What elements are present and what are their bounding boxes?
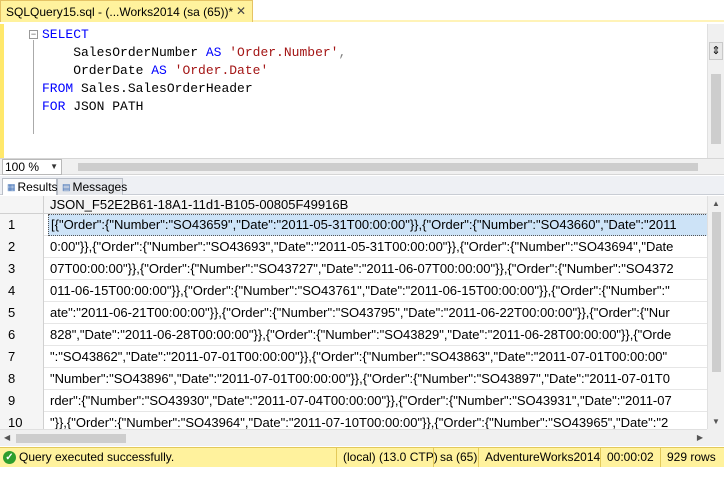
code-line[interactable]: FOR JSON PATH — [0, 98, 700, 116]
window-bottom — [0, 467, 724, 485]
status-bar: ✓ Query executed successfully. (local) (… — [0, 447, 724, 467]
status-rows: 929 rows — [660, 448, 716, 467]
code-token: Sales.SalesOrderHeader — [73, 81, 253, 96]
code-token: OrderDate — [42, 63, 152, 78]
row-number[interactable]: 9 — [0, 390, 44, 412]
row-number[interactable]: 1 — [0, 214, 44, 236]
table-row[interactable]: 6 828","Date":"2011-06-28T00:00:00"}},{"O… — [0, 324, 707, 346]
row-number[interactable]: 5 — [0, 302, 44, 324]
code-text: SELECT — [42, 26, 89, 44]
grid-corner[interactable] — [0, 196, 44, 214]
code-line[interactable]: SalesOrderNumber AS 'Order.Number', — [0, 44, 700, 62]
json-cell[interactable]: rder":{"Number":"SO43930","Date":"2011-0… — [50, 390, 707, 412]
row-number[interactable]: 10 — [0, 412, 44, 429]
status-server: (local) (13.0 CTP) — [336, 448, 438, 467]
code-token: , — [338, 45, 347, 60]
code-token: 'Order.Number' — [229, 45, 339, 60]
chevron-down-icon[interactable]: ▼ — [50, 160, 58, 174]
editor-horizontal-scrollbar[interactable] — [64, 160, 704, 174]
table-row[interactable]: 8 "Number":"SO43896","Date":"2011-07-01T0… — [0, 368, 707, 390]
scroll-right-icon[interactable]: ▶ — [697, 433, 703, 442]
grid-icon: ▦ — [7, 181, 16, 192]
editor-hscroll-thumb[interactable] — [78, 163, 698, 171]
tab-messages[interactable]: ▤ Messages — [57, 178, 127, 195]
scroll-left-icon[interactable]: ◀ — [4, 433, 10, 442]
code-text: SalesOrderNumber AS 'Order.Number', — [42, 44, 346, 62]
code-token: SELECT — [42, 27, 89, 42]
row-number[interactable]: 4 — [0, 280, 44, 302]
status-message: Query executed successfully. — [19, 450, 175, 464]
code-line[interactable]: FROM Sales.SalesOrderHeader — [0, 80, 700, 98]
zoom-value: 100 % — [5, 160, 40, 174]
table-row[interactable]: 10 "}},{"Order":{"Number":"SO43964","Date… — [0, 412, 707, 429]
json-cell[interactable]: [{"Order":{"Number":"SO43659","Date":"20… — [48, 214, 707, 236]
json-cell[interactable]: ate":"2011-06-21T00:00:00"}},{"Order":{"… — [50, 302, 707, 324]
table-row[interactable]: 7 ":"SO43862","Date":"2011-07-01T00:00:00… — [0, 346, 707, 368]
code-line[interactable]: OrderDate AS 'Order.Date' — [0, 62, 700, 80]
row-number[interactable]: 8 — [0, 368, 44, 390]
status-database: AdventureWorks2014 — [478, 448, 600, 467]
tab-messages-label: Messages — [72, 180, 128, 194]
messages-icon: ▤ — [62, 181, 71, 192]
grid-hscroll-thumb[interactable] — [16, 434, 126, 443]
zoom-select[interactable]: 100 % ▼ — [2, 159, 62, 175]
tab-results[interactable]: ▦ Results — [2, 178, 58, 195]
scroll-up-icon[interactable]: ▲ — [712, 199, 720, 208]
zoom-bar: 100 % ▼ — [0, 158, 724, 175]
grid-header: JSON_F52E2B61-18A1-11d1-B105-00805F49916… — [0, 196, 707, 214]
column-header[interactable]: JSON_F52E2B61-18A1-11d1-B105-00805F49916… — [50, 197, 348, 213]
results-grid[interactable]: JSON_F52E2B61-18A1-11d1-B105-00805F49916… — [0, 196, 707, 429]
row-number[interactable]: 3 — [0, 258, 44, 280]
fold-guide — [33, 40, 34, 134]
code-token: JSON PATH — [65, 99, 144, 114]
tab-sqlquery15[interactable]: SQLQuery15.sql - (...Works2014 (sa (65))… — [0, 0, 253, 22]
code-token: AS — [205, 45, 222, 60]
code-line[interactable]: SELECT — [0, 26, 700, 44]
json-cell[interactable]: 011-06-15T00:00:00"}},{"Order":{"Number"… — [50, 280, 707, 302]
scroll-down-icon[interactable]: ▼ — [712, 417, 720, 426]
split-icon[interactable]: ⇕ — [709, 42, 723, 60]
editor-vertical-scrollbar[interactable]: ⇕ — [707, 24, 724, 158]
table-row[interactable]: 3 07T00:00:00"}},{"Order":{"Number":"SO43… — [0, 258, 707, 280]
results-tab-strip: ▦ Results ▤ Messages — [0, 176, 724, 195]
query-editor[interactable]: SELECT SalesOrderNumber AS 'Order.Number… — [0, 24, 724, 158]
json-cell[interactable]: "Number":"SO43896","Date":"2011-07-01T00… — [50, 368, 707, 390]
table-row[interactable]: 9 rder":{"Number":"SO43930","Date":"2011-… — [0, 390, 707, 412]
code-token: FROM — [42, 81, 74, 96]
table-row[interactable]: 5 ate":"2011-06-21T00:00:00"}},{"Order":{… — [0, 302, 707, 324]
json-cell[interactable]: 0:00"}},{"Order":{"Number":"SO43693","Da… — [50, 236, 707, 258]
json-cell[interactable]: 828","Date":"2011-06-28T00:00:00"}},{"Or… — [50, 324, 707, 346]
tab-results-label: Results — [17, 180, 58, 194]
json-cell[interactable]: "}},{"Order":{"Number":"SO43964","Date":… — [50, 412, 707, 429]
grid-vertical-scrollbar[interactable]: ▲ ▼ — [707, 196, 724, 429]
row-number[interactable]: 7 — [0, 346, 44, 368]
grid-horizontal-scrollbar[interactable]: ◀ ▶ — [0, 429, 707, 446]
code-text: FROM Sales.SalesOrderHeader — [42, 80, 253, 98]
json-cell[interactable]: 07T00:00:00"}},{"Order":{"Number":"SO437… — [50, 258, 707, 280]
document-tab-strip: SQLQuery15.sql - (...Works2014 (sa (65))… — [0, 0, 724, 22]
row-number[interactable]: 6 — [0, 324, 44, 346]
scroll-corner — [707, 429, 724, 446]
json-cell[interactable]: ":"SO43862","Date":"2011-07-01T00:00:00"… — [50, 346, 707, 368]
collapse-icon[interactable]: − — [29, 30, 38, 39]
code-text: OrderDate AS 'Order.Date' — [42, 62, 268, 80]
success-icon: ✓ — [3, 451, 16, 464]
status-user: sa (65) — [433, 448, 477, 467]
editor-scroll-thumb[interactable] — [711, 74, 721, 144]
grid-vscroll-thumb[interactable] — [712, 212, 721, 372]
row-number[interactable]: 2 — [0, 236, 44, 258]
code-token: AS — [151, 63, 167, 78]
code-token: FOR — [42, 99, 66, 114]
code-token: SalesOrderNumber — [42, 45, 206, 60]
code-text: FOR JSON PATH — [42, 98, 143, 116]
close-icon[interactable]: ✕ — [236, 4, 246, 18]
tab-title: SQLQuery15.sql - (...Works2014 (sa (65))… — [6, 4, 234, 19]
code-token: 'Order.Date' — [174, 63, 269, 78]
table-row[interactable]: 2 0:00"}},{"Order":{"Number":"SO43693","D… — [0, 236, 707, 258]
status-elapsed: 00:00:02 — [600, 448, 654, 467]
table-row[interactable]: 1 [{"Order":{"Number":"SO43659","Date":"2… — [0, 214, 707, 236]
table-row[interactable]: 4 011-06-15T00:00:00"}},{"Order":{"Number… — [0, 280, 707, 302]
